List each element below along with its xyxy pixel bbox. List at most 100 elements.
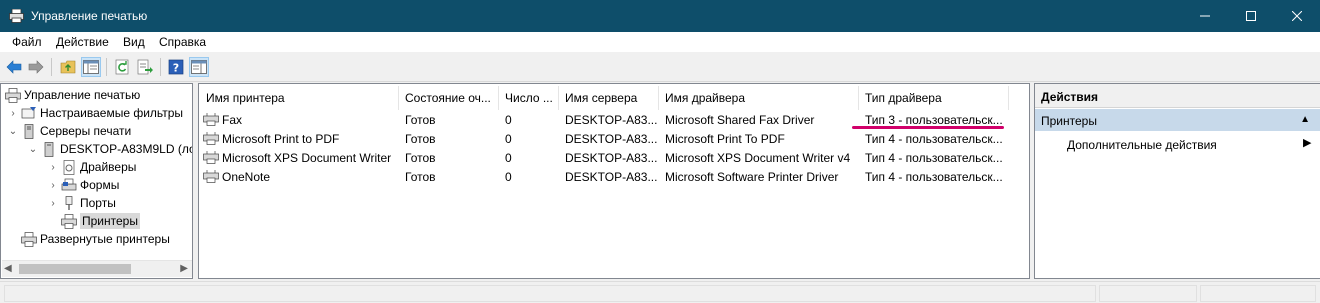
printer-name-cell: Microsoft XPS Document Writer [203, 151, 398, 165]
driver-type: Тип 4 - пользовательск... [865, 132, 1003, 146]
scroll-left-icon[interactable]: ◀ [4, 263, 12, 274]
jobs-count: 0 [505, 113, 512, 127]
chevron-right-icon[interactable]: › [47, 197, 59, 209]
menu-bar: Файл Действие Вид Справка [0, 32, 1320, 52]
driver-name: Microsoft XPS Document Writer v4 [665, 151, 851, 165]
refresh-icon [115, 59, 129, 75]
tree-item-printers[interactable]: Принтеры [59, 212, 140, 230]
chevron-right-icon[interactable]: › [47, 161, 59, 173]
server-name: DESKTOP-A83... [565, 113, 658, 127]
back-icon [6, 60, 22, 74]
minimize-icon [1200, 15, 1210, 17]
maximize-icon [1246, 11, 1256, 21]
toolbar: ? [0, 52, 1320, 82]
server-icon [41, 141, 57, 157]
collapse-up-icon[interactable]: ▲ [1300, 114, 1310, 125]
printer-icon [203, 170, 219, 183]
printer-icon [203, 151, 219, 164]
printer-icon [203, 132, 219, 145]
queue-status: Готов [405, 132, 436, 146]
table-row[interactable]: Microsoft Print to PDF Готов 0 DESKTOP-A… [200, 129, 1028, 148]
more-actions-item[interactable]: Дополнительные действия [1067, 138, 1217, 152]
menu-view[interactable]: Вид [123, 35, 145, 49]
maximize-button[interactable] [1228, 0, 1274, 32]
close-icon [1292, 11, 1302, 21]
column-header-driver-name[interactable]: Имя драйвера [659, 86, 859, 110]
help-button[interactable]: ? [166, 57, 186, 77]
minimize-button[interactable] [1182, 0, 1228, 32]
column-header-jobs[interactable]: Число ... [499, 86, 559, 110]
tree-label-forms: Формы [80, 178, 120, 192]
print-management-icon [5, 87, 21, 103]
tree-item-forms[interactable]: › Формы [47, 176, 119, 194]
tree-item-drivers[interactable]: › Драйверы [47, 158, 136, 176]
chevron-right-icon[interactable]: › [47, 179, 59, 191]
forward-icon [28, 60, 44, 74]
tree-label-ports: Порты [80, 196, 116, 210]
table-row[interactable]: Microsoft XPS Document Writer Готов 0 DE… [200, 148, 1028, 167]
up-level-button[interactable] [58, 57, 78, 77]
server-name: DESKTOP-A83... [565, 132, 658, 146]
forward-button[interactable] [26, 57, 46, 77]
driver-name: Microsoft Print To PDF [665, 132, 785, 146]
tree-label-printers: Принтеры [80, 213, 140, 229]
tree-item-ports[interactable]: › Порты [47, 194, 116, 212]
tree-label-drivers: Драйверы [80, 160, 137, 174]
driver-name: Microsoft Shared Fax Driver [665, 113, 815, 127]
printer-icon [203, 113, 219, 126]
queue-status: Готов [405, 170, 436, 184]
show-hide-action-pane-button[interactable] [189, 57, 209, 77]
printer-app-icon [9, 9, 24, 23]
column-header-driver-type[interactable]: Тип драйвера [859, 86, 1009, 110]
driver-type: Тип 4 - пользовательск... [865, 170, 1003, 184]
driver-type: Тип 3 - пользовательск... [865, 113, 1003, 127]
scroll-thumb[interactable] [19, 264, 131, 274]
toolbar-separator [160, 58, 161, 76]
tree-item-root[interactable]: Управление печатью [3, 86, 140, 104]
drivers-icon [61, 159, 77, 175]
ports-icon [61, 195, 77, 211]
refresh-button[interactable] [112, 57, 132, 77]
svg-text:?: ? [173, 62, 179, 75]
close-button[interactable] [1274, 0, 1320, 32]
tree-item-print-servers[interactable]: ⌄ Серверы печати [7, 122, 131, 140]
up-folder-icon [60, 60, 76, 74]
chevron-down-icon[interactable]: ⌄ [7, 125, 19, 137]
column-header-queue-status[interactable]: Состояние оч... [399, 86, 499, 110]
chevron-down-icon[interactable]: ⌄ [27, 143, 39, 155]
tree-label-deployed-printers: Развернутые принтеры [40, 232, 170, 246]
tree-label-server: DESKTOP-A83M9LD (ло [60, 142, 193, 156]
column-header-printer-name[interactable]: Имя принтера [200, 86, 399, 110]
highlight-underline [852, 126, 1004, 129]
printer-name-cell: Fax [203, 113, 398, 127]
server-name: DESKTOP-A83... [565, 151, 658, 165]
tree-label-print-servers: Серверы печати [40, 124, 132, 138]
column-header-server-name[interactable]: Имя сервера [559, 86, 659, 110]
submenu-arrow-icon[interactable]: ▶ [1303, 136, 1311, 149]
tree-horizontal-scrollbar[interactable]: ◀ ▶ [2, 260, 192, 277]
show-hide-tree-icon [83, 60, 99, 74]
title-bar: Управление печатью [0, 0, 1320, 32]
scroll-right-icon[interactable]: ▶ [180, 263, 188, 274]
menu-help[interactable]: Справка [159, 35, 206, 49]
printer-name: Fax [222, 113, 243, 127]
show-hide-action-pane-icon [191, 60, 207, 74]
toolbar-separator [106, 58, 107, 76]
table-row[interactable]: OneNote Готов 0 DESKTOP-A83... Microsoft… [200, 167, 1028, 186]
jobs-count: 0 [505, 170, 512, 184]
back-button[interactable] [4, 57, 24, 77]
tree-item-server[interactable]: ⌄ DESKTOP-A83M9LD (ло [27, 140, 193, 158]
show-hide-tree-button[interactable] [81, 57, 101, 77]
tree-item-custom-filters[interactable]: › Настраиваемые фильтры [7, 104, 183, 122]
forms-icon [61, 177, 77, 193]
actions-section-printers[interactable]: Принтеры ▲ [1035, 109, 1320, 131]
printer-name: OneNote [222, 170, 271, 184]
chevron-right-icon[interactable]: › [7, 107, 19, 119]
export-list-button[interactable] [135, 57, 155, 77]
tree-item-deployed-printers[interactable]: Развернутые принтеры [19, 230, 170, 248]
printer-name: Microsoft Print to PDF [222, 132, 340, 146]
status-panel-tertiary [1200, 285, 1316, 302]
menu-action[interactable]: Действие [56, 35, 109, 49]
menu-file[interactable]: Файл [12, 35, 42, 49]
status-panel-secondary [1099, 285, 1197, 302]
